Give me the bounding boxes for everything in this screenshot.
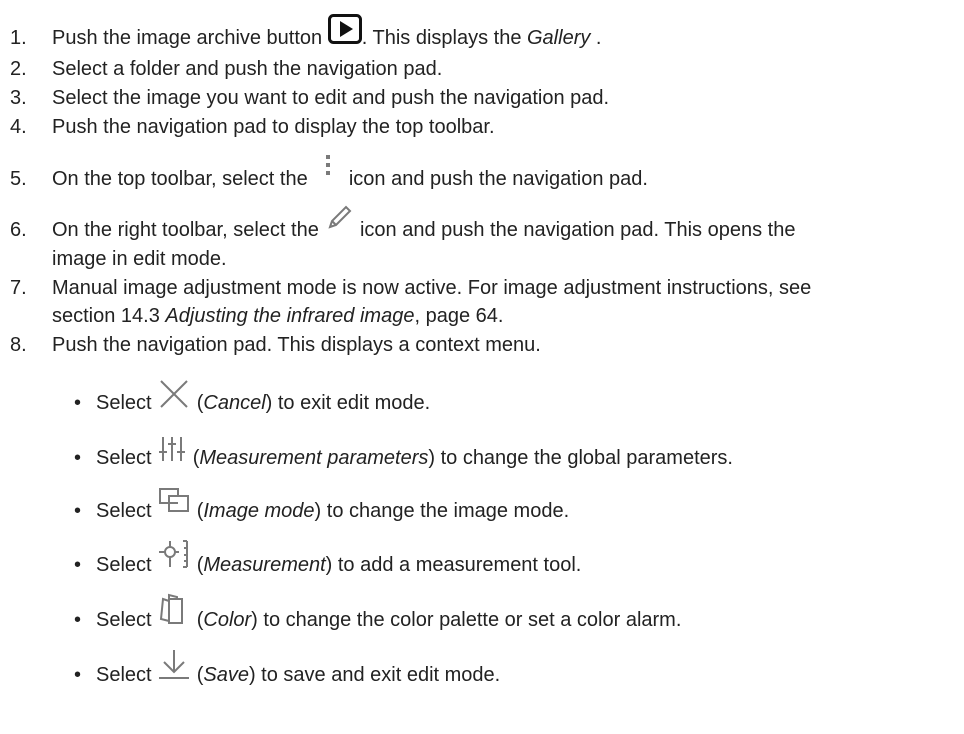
pencil-icon: [324, 203, 354, 239]
step-text: Push the navigation pad. This displays a…: [52, 334, 541, 356]
step-number: 6.: [10, 219, 27, 241]
step-text: On the top toolbar, select the: [52, 168, 314, 190]
image-mode-icon: [157, 486, 191, 522]
step-text: Select the image you want to edit and pu…: [52, 87, 610, 109]
step-number: 8.: [10, 334, 27, 356]
bullet: •: [74, 392, 82, 414]
sliders-icon: [157, 434, 187, 470]
bullet: •: [74, 447, 82, 469]
bullet: •: [74, 554, 82, 576]
instruction-page: 1. Push the image archive button . This …: [0, 0, 964, 734]
more-vertical-icon: [313, 153, 343, 189]
gallery-term: Gallery: [527, 27, 591, 49]
save-icon: [157, 648, 191, 686]
close-icon: [157, 377, 191, 415]
measurement-icon: [157, 539, 191, 575]
color-palette-icon: [157, 593, 191, 631]
step-text: Push the navigation pad to display the t…: [52, 116, 495, 138]
step-text: On the right toolbar, select the: [52, 219, 325, 241]
step-text: Manual image adjustment mode is now acti…: [52, 277, 812, 299]
step-text: Select a folder and push the navigation …: [52, 58, 443, 80]
bullet: •: [74, 500, 82, 522]
section-reference: Adjusting the infrared image: [165, 305, 415, 327]
step-number: 5.: [10, 168, 27, 190]
bullet: •: [74, 609, 82, 631]
step-number: 3.: [10, 87, 27, 109]
bullet: •: [74, 664, 82, 686]
play-button-icon: [327, 13, 362, 50]
step-number: 1.: [10, 27, 27, 49]
step-text: Push the image archive button: [52, 27, 328, 49]
step-number: 7.: [10, 277, 27, 299]
step-number: 4.: [10, 116, 27, 138]
step-number: 2.: [10, 58, 27, 80]
